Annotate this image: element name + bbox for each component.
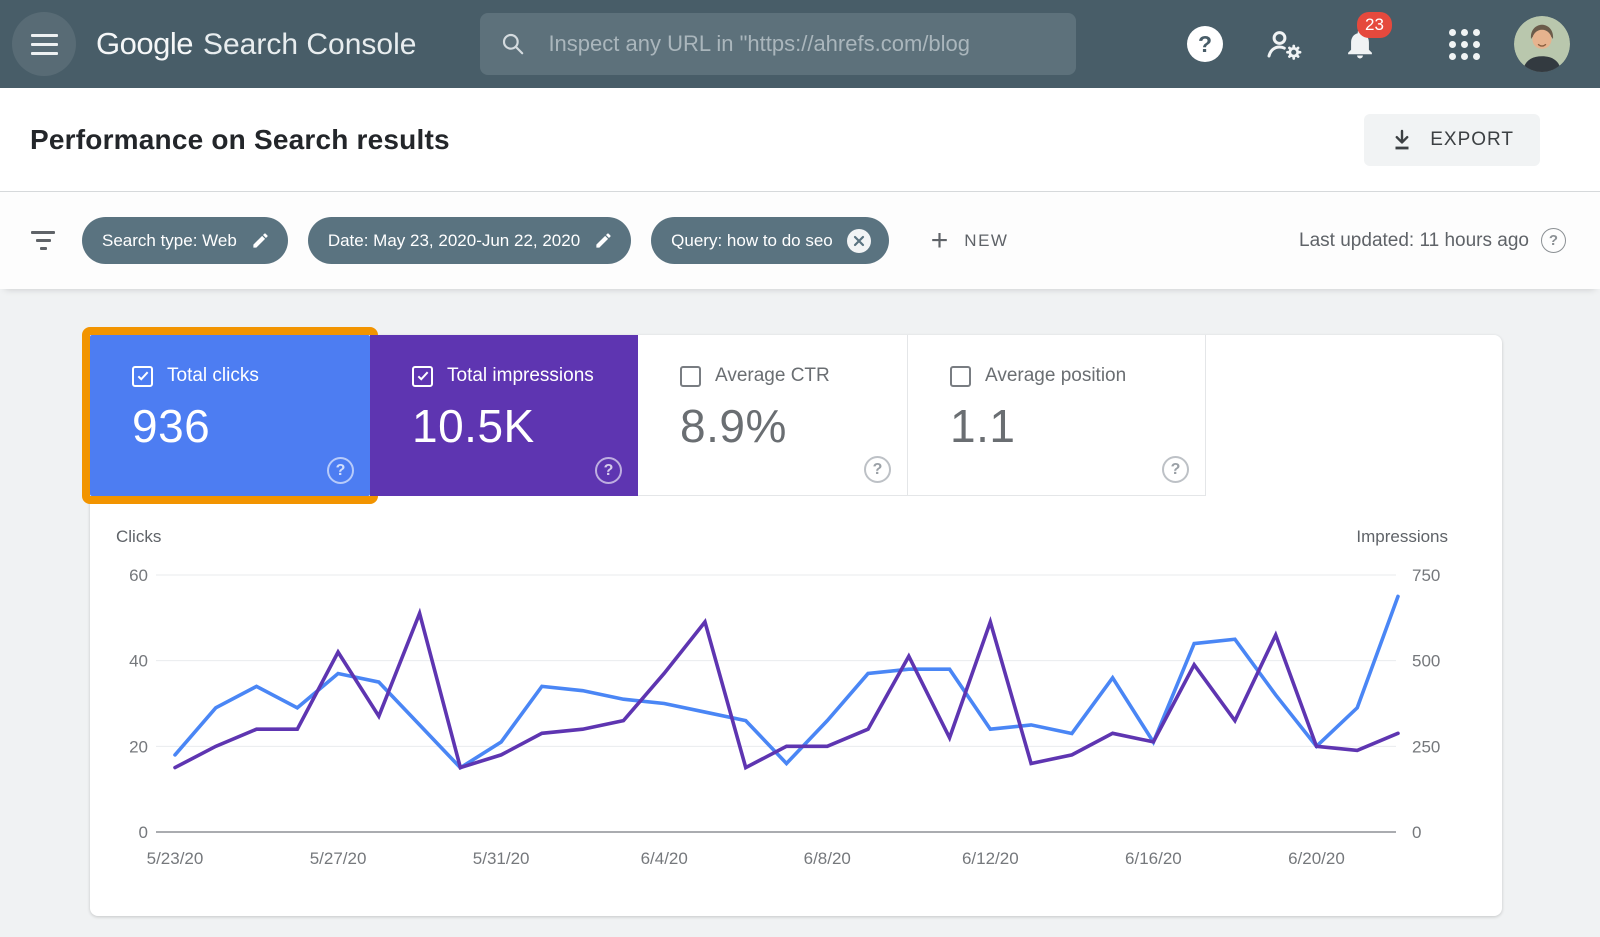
performance-panel: Total clicks 936 ? Total impressions 10.… [90, 335, 1502, 916]
metric-help-icon[interactable]: ? [864, 456, 891, 483]
topbar-actions: ? 23 [1187, 16, 1570, 72]
plus-icon: + [931, 226, 949, 256]
x-axis-tick: 5/31/20 [473, 849, 530, 868]
metric-help-icon[interactable]: ? [327, 457, 354, 484]
x-axis-tick: 6/8/20 [804, 849, 851, 868]
help-button[interactable]: ? [1187, 26, 1223, 62]
metric-value: 8.9% [680, 399, 907, 453]
impressions-line[interactable] [175, 613, 1398, 767]
last-updated: Last updated: 11 hours ago ? [1299, 228, 1566, 253]
user-settings-icon [1263, 26, 1305, 62]
cards-row-filler [1206, 335, 1502, 496]
metric-label: Average position [985, 365, 1126, 387]
chip-date-range-label: Date: May 23, 2020-Jun 22, 2020 [328, 231, 580, 251]
left-axis-tick: 0 [139, 823, 148, 842]
performance-chart[interactable]: 0 0 20 250 40 500 60 750 Clicks Impressions 5/23/2… [90, 512, 1502, 909]
title-row: Performance on Search results EXPORT [0, 88, 1600, 192]
chip-search-type[interactable]: Search type: Web [82, 217, 288, 264]
left-axis-tick: 60 [129, 566, 148, 585]
avatar-photo [1514, 16, 1570, 72]
account-avatar[interactable] [1514, 16, 1570, 72]
metric-label: Total impressions [447, 365, 594, 387]
help-icon: ? [1198, 31, 1212, 58]
right-axis-tick: 500 [1412, 652, 1440, 671]
metric-card-total-clicks[interactable]: Total clicks 936 ? [90, 335, 370, 496]
x-axis-tick: 5/27/20 [310, 849, 367, 868]
x-axis-tick: 6/12/20 [962, 849, 1019, 868]
metric-label: Average CTR [715, 365, 830, 387]
metric-value: 936 [132, 399, 370, 453]
chip-search-type-label: Search type: Web [102, 231, 237, 251]
x-axis-tick: 6/4/20 [641, 849, 688, 868]
main-content: Total clicks 936 ? Total impressions 10.… [0, 289, 1600, 916]
right-axis-tick: 750 [1412, 566, 1440, 585]
x-axis-tick: 5/23/20 [147, 849, 204, 868]
menu-button[interactable] [12, 12, 76, 76]
top-app-bar: Google Search Console ? [0, 0, 1600, 88]
metric-value: 1.1 [950, 399, 1205, 453]
metric-card-average-position[interactable]: Average position 1.1 ? [908, 335, 1206, 496]
edit-pencil-icon [594, 231, 613, 250]
url-inspect-searchbar[interactable] [480, 13, 1076, 75]
user-settings-button[interactable] [1263, 26, 1305, 62]
metric-help-icon[interactable]: ? [1162, 456, 1189, 483]
remove-filter-icon[interactable] [847, 229, 871, 253]
edit-pencil-icon [251, 231, 270, 250]
left-axis-title: Clicks [116, 527, 161, 546]
metric-label: Total clicks [167, 365, 259, 387]
export-button[interactable]: EXPORT [1364, 114, 1540, 166]
notifications-button[interactable]: 23 [1343, 26, 1377, 62]
chip-query-filter[interactable]: Query: how to do seo [651, 217, 889, 264]
left-axis-tick: 20 [129, 737, 148, 756]
new-filter-button[interactable]: + NEW [931, 226, 1009, 256]
chart-canvas[interactable]: 0 0 20 250 40 500 60 750 Clicks Impressions 5/23/2… [90, 512, 1502, 904]
right-axis-tick: 0 [1412, 823, 1421, 842]
export-label: EXPORT [1430, 129, 1514, 151]
page-title: Performance on Search results [30, 124, 450, 156]
chip-query-filter-label: Query: how to do seo [671, 231, 833, 251]
download-icon [1390, 128, 1414, 152]
search-icon [500, 31, 526, 57]
right-axis-title: Impressions [1356, 527, 1448, 546]
metric-card-total-impressions[interactable]: Total impressions 10.5K ? [370, 335, 638, 496]
metric-value: 10.5K [412, 399, 638, 453]
notification-badge: 23 [1357, 12, 1392, 38]
metric-help-icon[interactable]: ? [595, 457, 622, 484]
checkbox-checked-icon[interactable] [412, 366, 433, 387]
right-axis-tick: 250 [1412, 737, 1440, 756]
apps-grid-icon [1449, 29, 1480, 60]
left-axis-tick: 40 [129, 652, 148, 671]
checkbox-unchecked-icon[interactable] [950, 366, 971, 387]
metric-card-average-ctr[interactable]: Average CTR 8.9% ? [638, 335, 908, 496]
x-axis-tick: 6/20/20 [1288, 849, 1345, 868]
new-filter-label: NEW [964, 231, 1008, 251]
logo-search-console: Search Console [203, 28, 416, 62]
logo-google: Google [96, 26, 193, 62]
checkbox-checked-icon[interactable] [132, 366, 153, 387]
filter-bar: Search type: Web Date: May 23, 2020-Jun … [0, 192, 1600, 289]
checkbox-unchecked-icon[interactable] [680, 366, 701, 387]
chip-date-range[interactable]: Date: May 23, 2020-Jun 22, 2020 [308, 217, 631, 264]
last-updated-help-icon[interactable]: ? [1541, 228, 1566, 253]
google-apps-button[interactable] [1449, 29, 1480, 60]
gsc-performance-page: Google Search Console ? [0, 0, 1600, 937]
search-input[interactable] [548, 31, 1056, 57]
x-axis-tick: 6/16/20 [1125, 849, 1182, 868]
app-logo[interactable]: Google Search Console [96, 26, 416, 62]
last-updated-text: Last updated: 11 hours ago [1299, 230, 1529, 252]
hamburger-icon [31, 34, 58, 37]
metric-cards-row: Total clicks 936 ? Total impressions 10.… [90, 335, 1502, 496]
filter-icon[interactable] [30, 231, 56, 250]
